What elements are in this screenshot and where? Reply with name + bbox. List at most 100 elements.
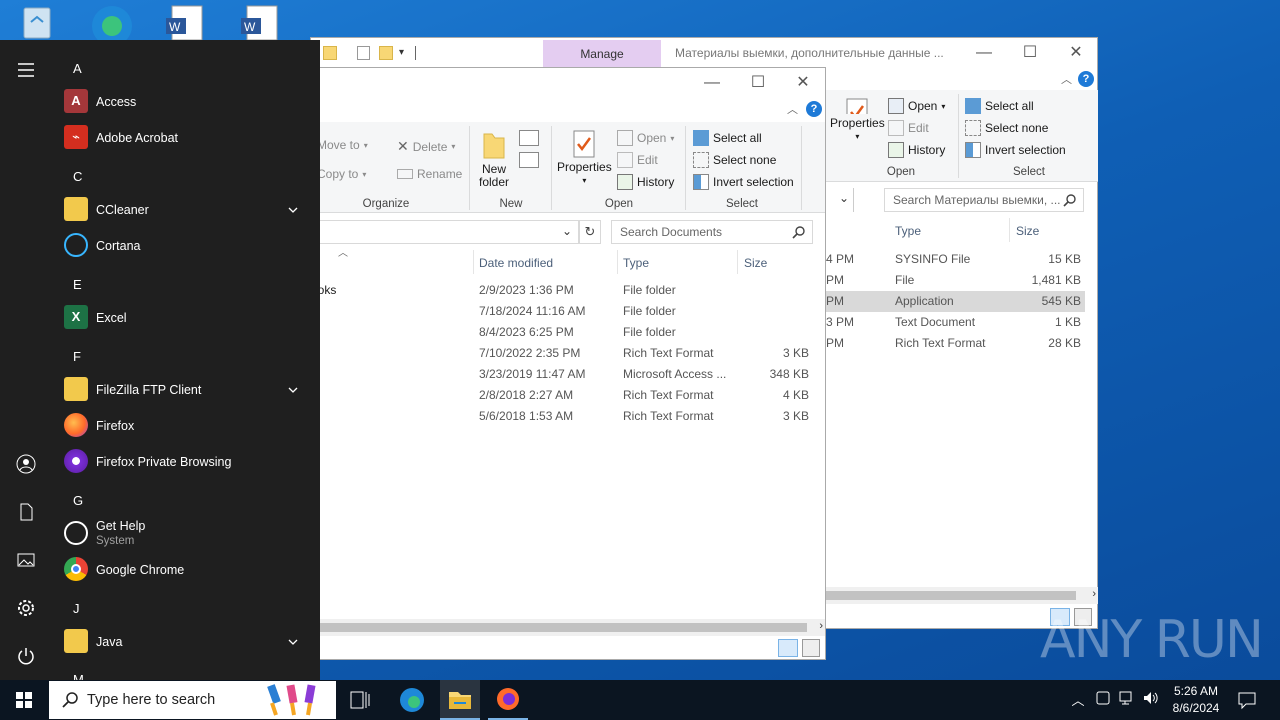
letter-header-e[interactable]: E xyxy=(73,277,82,292)
taskbar-file-explorer[interactable] xyxy=(440,680,480,720)
rename-button[interactable]: Rename xyxy=(397,167,462,181)
column-header-date-modified[interactable]: Date modified xyxy=(479,256,553,270)
recycle-bin-icon[interactable] xyxy=(12,0,62,40)
properties-qa-icon[interactable] xyxy=(357,46,370,60)
table-row[interactable]: PM Rich Text Format 28 KB xyxy=(826,333,1085,354)
word-document-icon[interactable]: W xyxy=(160,0,210,41)
close-button[interactable]: ✕ xyxy=(1053,38,1099,68)
address-dropdown-icon[interactable]: ⌄ xyxy=(839,191,849,205)
help-icon[interactable]: ? xyxy=(806,101,822,117)
settings-gear-icon[interactable] xyxy=(16,598,36,618)
easy-access-icon[interactable] xyxy=(519,152,539,168)
search-input-documents[interactable]: Search Documents xyxy=(611,220,813,244)
select-none-button[interactable]: Select none xyxy=(965,120,1048,136)
word-document-icon-2[interactable]: W xyxy=(235,0,285,41)
open-button[interactable]: Open ▾ xyxy=(617,130,674,146)
letter-header-f[interactable]: F xyxy=(73,349,81,364)
table-row[interactable]: ooks 2/9/2023 1:36 PM File folder xyxy=(311,280,813,301)
cell-size: 1,481 KB xyxy=(1031,273,1081,287)
column-header-size[interactable]: Size xyxy=(1016,224,1039,238)
help-icon[interactable]: ? xyxy=(1078,71,1094,87)
letter-header-m[interactable]: M xyxy=(73,672,84,680)
refresh-button[interactable]: ↻ xyxy=(579,220,601,244)
table-row[interactable]: PM File 1,481 KB xyxy=(826,270,1085,291)
maximize-button[interactable]: ☐ xyxy=(735,68,781,98)
scroll-right-arrow[interactable]: › xyxy=(819,620,823,632)
documents-icon[interactable] xyxy=(16,502,36,522)
table-row[interactable]: b3/23/2019 11:47 AMMicrosoft Access ...3… xyxy=(311,364,813,385)
table-row[interactable]: PM Application 545 KB xyxy=(826,291,1085,312)
scrollbar-thumb[interactable] xyxy=(826,591,1076,600)
task-view-button[interactable] xyxy=(345,680,375,720)
horizontal-scrollbar[interactable]: › xyxy=(826,587,1098,604)
table-row[interactable]: 4 PM SYSINFO File 15 KB xyxy=(826,249,1085,270)
history-button[interactable]: History xyxy=(617,174,674,190)
properties-button[interactable]: Properties ▾ xyxy=(830,98,885,141)
column-header-size[interactable]: Size xyxy=(744,256,767,270)
taskbar-edge[interactable] xyxy=(392,680,432,720)
select-all-button[interactable]: Select all xyxy=(965,98,1034,114)
table-row[interactable]: 8/4/2023 6:25 PM File folder xyxy=(311,322,813,343)
table-row[interactable]: 7/18/2024 11:16 AM File folder xyxy=(311,301,813,322)
delete-button[interactable]: ✕ Delete ▾ xyxy=(397,138,455,155)
minimize-button[interactable]: — xyxy=(961,38,1007,68)
volume-icon[interactable] xyxy=(1142,688,1160,711)
history-button[interactable]: History xyxy=(888,142,945,158)
pictures-icon[interactable] xyxy=(16,550,36,570)
collapse-ribbon-icon[interactable]: ︿ xyxy=(1061,71,1072,87)
large-icons-view-button[interactable] xyxy=(802,639,820,657)
edit-button[interactable]: Edit xyxy=(888,120,929,136)
search-icon xyxy=(62,692,78,708)
table-row[interactable]: 2/8/2018 2:27 AM Rich Text Format 4 KB xyxy=(311,385,813,406)
column-header-type[interactable]: Type xyxy=(895,224,921,238)
invert-selection-button[interactable]: Invert selection xyxy=(965,142,1066,158)
hamburger-menu-icon[interactable] xyxy=(16,60,36,80)
scrollbar-thumb[interactable] xyxy=(311,623,807,632)
network-drive-icon[interactable] xyxy=(1094,688,1112,711)
letter-header-a[interactable]: A xyxy=(73,61,82,76)
close-button[interactable]: ✕ xyxy=(780,68,826,98)
search-input-back[interactable]: Search Материалы выемки, ... xyxy=(884,188,1084,212)
minimize-button[interactable]: — xyxy=(689,68,735,98)
letter-header-c[interactable]: C xyxy=(73,169,82,184)
scroll-right-arrow[interactable]: › xyxy=(1092,588,1096,600)
letter-header-j[interactable]: J xyxy=(73,601,80,616)
action-center-button[interactable] xyxy=(1232,680,1262,720)
copy-to-button[interactable]: Copy to ▾ xyxy=(317,167,366,181)
tab-manage[interactable]: Manage xyxy=(543,40,661,68)
properties-button[interactable]: Properties ▾ xyxy=(557,130,612,185)
taskbar-search-box[interactable]: Type here to search xyxy=(49,681,336,719)
power-icon[interactable] xyxy=(16,646,36,666)
horizontal-scrollbar[interactable]: › xyxy=(311,619,825,636)
start-button[interactable] xyxy=(0,680,48,720)
open-button[interactable]: Open ▾ xyxy=(888,98,945,114)
new-folder-qa-icon[interactable] xyxy=(379,46,393,60)
user-account-icon[interactable] xyxy=(16,454,36,474)
app-label: Firefox xyxy=(96,419,135,433)
table-row[interactable]: 7/10/2022 2:35 PM Rich Text Format 3 KB xyxy=(311,343,813,364)
new-folder-button[interactable]: New folder xyxy=(475,130,513,189)
address-dropdown-icon[interactable]: ⌄ xyxy=(562,224,572,238)
address-bar[interactable]: ⌄ xyxy=(311,220,579,244)
new-item-icon[interactable] xyxy=(519,130,539,146)
network-icon[interactable] xyxy=(1118,688,1136,711)
select-all-button[interactable]: Select all xyxy=(693,130,762,146)
letter-header-g[interactable]: G xyxy=(73,493,83,508)
title-bar[interactable]: ▾ Manage Материалы выемки, дополнительны… xyxy=(311,38,1097,68)
maximize-button[interactable]: ☐ xyxy=(1007,38,1053,68)
show-hidden-icons-chevron[interactable]: ︿ xyxy=(1070,690,1086,709)
details-view-button[interactable] xyxy=(778,639,798,657)
table-row[interactable]: 3 PM Text Document 1 KB xyxy=(826,312,1085,333)
invert-selection-button[interactable]: Invert selection xyxy=(693,174,794,190)
collapse-ribbon-icon[interactable]: ︿ xyxy=(787,101,798,117)
column-header-type[interactable]: Type xyxy=(623,256,649,270)
explorer-window-documents[interactable]: — ☐ ✕ ︿ ? Move to ▾ Copy to ▾ ✕ Delete ▾ Re… xyxy=(310,67,826,660)
clock[interactable]: 5:26 AM 8/6/2024 xyxy=(1168,683,1224,717)
edit-button[interactable]: Edit xyxy=(617,152,658,168)
taskbar-firefox[interactable] xyxy=(488,680,528,720)
select-none-button[interactable]: Select none xyxy=(693,152,776,168)
edge-desktop-icon[interactable] xyxy=(85,0,135,46)
chevron-down-icon[interactable]: ▾ xyxy=(399,47,404,58)
table-row[interactable]: 5/6/2018 1:53 AM Rich Text Format 3 KB xyxy=(311,406,813,427)
move-to-button[interactable]: Move to ▾ xyxy=(317,138,368,152)
